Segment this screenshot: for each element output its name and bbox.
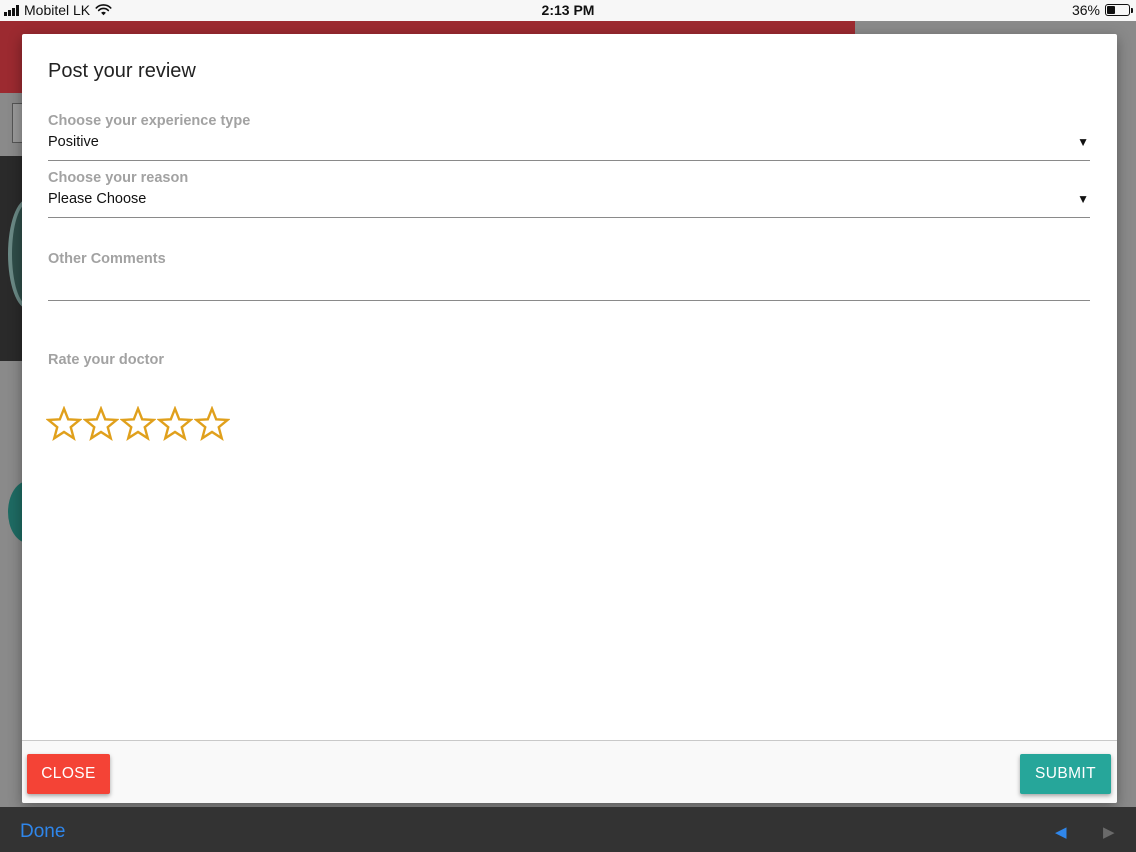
- status-right: 36%: [1071, 2, 1133, 18]
- modal-footer: CLOSE SUBMIT: [22, 740, 1117, 803]
- review-modal: Post your review Choose your experience …: [22, 34, 1117, 803]
- reason-select[interactable]: Choose your reason Please Choose ▼: [48, 170, 1090, 218]
- star-rating: [46, 406, 230, 442]
- experience-type-value: Positive: [48, 134, 99, 150]
- submit-button[interactable]: SUBMIT: [1020, 754, 1111, 794]
- star-icon[interactable]: [120, 406, 156, 442]
- other-comments-input[interactable]: Other Comments: [48, 251, 1090, 301]
- dropdown-caret-icon: ▼: [1077, 192, 1089, 206]
- star-icon[interactable]: [46, 406, 82, 442]
- status-bar: Mobitel LK 2:13 PM 36%: [0, 0, 1136, 21]
- experience-type-select[interactable]: Choose your experience type Positive ▼: [48, 113, 1090, 161]
- battery-fill: [1107, 6, 1115, 14]
- other-comments-label: Other Comments: [48, 251, 166, 267]
- rate-doctor-label: Rate your doctor: [48, 352, 165, 368]
- experience-type-label: Choose your experience type: [48, 113, 251, 129]
- star-icon[interactable]: [83, 406, 119, 442]
- battery-icon: [1105, 4, 1133, 16]
- star-icon[interactable]: [194, 406, 230, 442]
- reason-label: Choose your reason: [48, 170, 189, 186]
- dropdown-caret-icon: ▼: [1077, 135, 1089, 149]
- right-arrow-icon[interactable]: ▶: [1103, 823, 1115, 841]
- star-icon[interactable]: [157, 406, 193, 442]
- battery-percent: 36%: [1071, 2, 1100, 18]
- reason-value: Please Choose: [48, 191, 147, 207]
- modal-title: Post your review: [48, 60, 196, 82]
- close-button[interactable]: CLOSE: [27, 754, 110, 794]
- done-button[interactable]: Done: [20, 821, 65, 843]
- left-arrow-icon[interactable]: ◀: [1055, 823, 1067, 841]
- status-time: 2:13 PM: [541, 2, 595, 18]
- keyboard-toolbar: Done ◀ ▶: [0, 807, 1136, 852]
